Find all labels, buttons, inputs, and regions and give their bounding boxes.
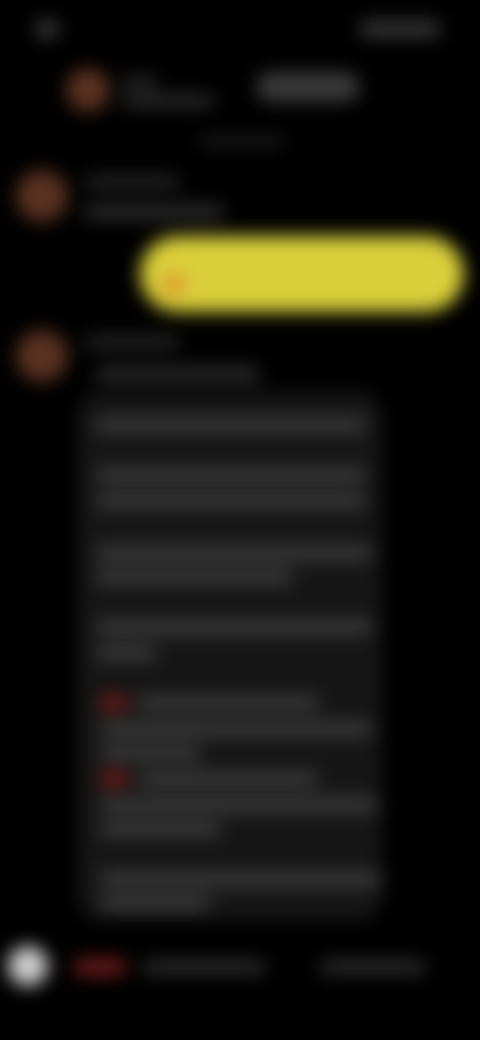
composer-action-button[interactable] <box>74 958 126 976</box>
date-separator <box>200 136 284 146</box>
contact-avatar[interactable] <box>66 68 110 112</box>
outgoing-message-bubble[interactable] <box>140 236 464 312</box>
message-line <box>96 494 366 508</box>
sender-avatar[interactable] <box>16 170 68 222</box>
message-line <box>138 772 318 786</box>
composer-input[interactable] <box>142 960 266 974</box>
message-line <box>96 646 156 660</box>
status-time <box>36 20 58 38</box>
message-line <box>100 798 378 812</box>
contact-name <box>122 76 158 88</box>
contact-status <box>122 94 214 108</box>
sender-name <box>84 336 180 348</box>
message-line <box>100 746 200 760</box>
circle-icon[interactable] <box>8 946 48 986</box>
message-text <box>84 204 224 220</box>
message-line <box>100 896 210 910</box>
status-bar <box>0 0 480 60</box>
highlight-mark <box>100 772 128 786</box>
message-line <box>96 418 366 432</box>
status-icons <box>360 20 440 38</box>
composer-secondary-action[interactable] <box>320 960 426 974</box>
header-action-button[interactable] <box>256 72 360 102</box>
message-line <box>96 468 366 482</box>
message-line <box>100 822 220 836</box>
message-line <box>96 620 372 634</box>
sender-avatar[interactable] <box>16 330 68 382</box>
message-composer <box>0 930 480 1010</box>
chat-header <box>0 60 480 130</box>
message-line <box>96 570 292 584</box>
message-line <box>100 872 382 886</box>
message-line <box>138 696 318 710</box>
sender-name <box>84 176 180 188</box>
message-text <box>96 366 260 382</box>
emoji-icon <box>164 274 184 294</box>
highlight-mark <box>100 696 128 710</box>
message-line <box>100 722 372 736</box>
message-line <box>96 546 372 560</box>
